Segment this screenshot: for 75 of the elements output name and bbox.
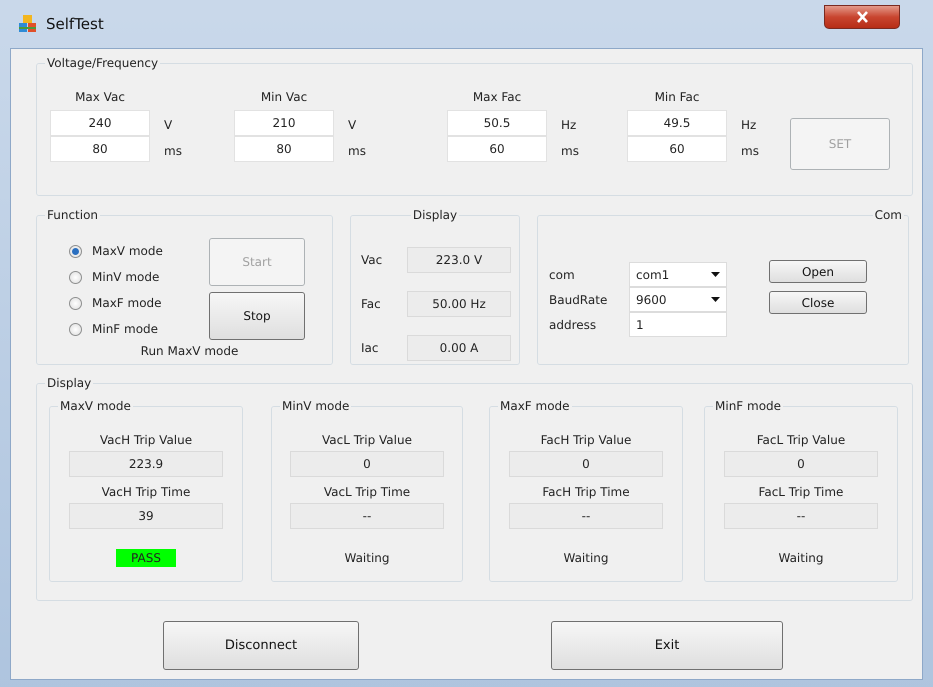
- input-field[interactable]: 49.5: [627, 110, 727, 136]
- app-icon: [18, 14, 38, 34]
- status-text: Waiting: [562, 550, 610, 567]
- input-field[interactable]: 240: [50, 110, 150, 136]
- caret-icon: [711, 272, 720, 277]
- column-label: Max Vac: [74, 89, 126, 106]
- column-label: Max Fac: [472, 89, 522, 106]
- field-label: address: [549, 316, 598, 334]
- dialog-button[interactable]: Exit: [551, 621, 783, 670]
- status-text: Waiting: [343, 550, 391, 567]
- reading-label: Vac: [361, 252, 384, 269]
- value-label: VacH Trip Time: [102, 484, 190, 501]
- value-label: FacH Trip Value: [540, 432, 632, 449]
- status-text: Waiting: [777, 550, 825, 567]
- dropdown-field[interactable]: 9600: [629, 287, 727, 312]
- column-label: Min Fac: [654, 89, 700, 106]
- unit-label: V: [347, 117, 356, 134]
- value-display: 0: [724, 451, 878, 477]
- value-label: FacH Trip Time: [542, 484, 630, 501]
- reading-value: 0.00 A: [407, 335, 511, 361]
- column-label: Min Vac: [260, 89, 308, 106]
- input-field[interactable]: 60: [447, 136, 547, 162]
- unit-label: ms: [347, 143, 366, 160]
- radio-label[interactable]: MinF mode: [92, 320, 158, 338]
- input-field[interactable]: 50.5: [447, 110, 547, 136]
- value-label: VacL Trip Time: [324, 484, 410, 501]
- input-field[interactable]: 210: [234, 110, 334, 136]
- value-display: --: [724, 503, 878, 529]
- radio-label[interactable]: MaxV mode: [92, 242, 163, 260]
- unit-label: ms: [740, 143, 759, 160]
- dropdown-field[interactable]: com1: [629, 262, 727, 287]
- reading-label: Fac: [361, 296, 382, 313]
- status-text: Run MaxV mode: [140, 344, 238, 358]
- input-field[interactable]: 80: [50, 136, 150, 162]
- group-title: Display: [45, 375, 94, 391]
- com-button[interactable]: Close: [769, 291, 867, 314]
- unit-label: V: [163, 117, 172, 134]
- value-display: --: [290, 503, 444, 529]
- unit-label: Hz: [560, 117, 576, 134]
- radio-button[interactable]: [69, 244, 82, 258]
- input-field[interactable]: 80: [234, 136, 334, 162]
- field-label: BaudRate: [549, 292, 608, 308]
- close-icon: [856, 11, 868, 23]
- radio-label[interactable]: MaxF mode: [92, 294, 162, 312]
- value-display: 0: [290, 451, 444, 477]
- input-field[interactable]: 60: [627, 136, 727, 162]
- pass-indicator: PASS: [116, 549, 176, 567]
- field-label: com: [549, 266, 576, 284]
- window-title: SelfTest: [46, 14, 104, 35]
- caret-icon: [711, 297, 720, 302]
- radio-button[interactable]: [69, 296, 82, 310]
- group-title: Display: [410, 207, 460, 223]
- value-display: --: [509, 503, 663, 529]
- radio-button[interactable]: [69, 322, 82, 336]
- value-label: FacL Trip Time: [758, 484, 844, 501]
- reading-value: 50.00 Hz: [407, 291, 511, 317]
- value-label: VacH Trip Value: [100, 432, 192, 449]
- dialog-button[interactable]: Disconnect: [163, 621, 359, 670]
- reading-value: 223.0 V: [407, 247, 511, 273]
- input-field[interactable]: 1: [629, 312, 727, 337]
- unit-label: ms: [560, 143, 579, 160]
- value-display: 0: [509, 451, 663, 477]
- stop-button[interactable]: Stop: [209, 292, 305, 340]
- value-label: FacL Trip Value: [756, 432, 846, 449]
- reading-label: Iac: [361, 340, 380, 357]
- value-display: 39: [69, 503, 223, 529]
- radio-button[interactable]: [69, 270, 82, 284]
- value-label: VacL Trip Value: [322, 432, 412, 449]
- unit-label: Hz: [740, 117, 756, 134]
- group-title: Voltage/Frequency: [45, 55, 160, 71]
- value-display: 223.9: [69, 451, 223, 477]
- unit-label: ms: [163, 143, 182, 160]
- close-button[interactable]: [824, 5, 900, 29]
- radio-label[interactable]: MinV mode: [92, 268, 160, 286]
- com-button[interactable]: Open: [769, 260, 867, 283]
